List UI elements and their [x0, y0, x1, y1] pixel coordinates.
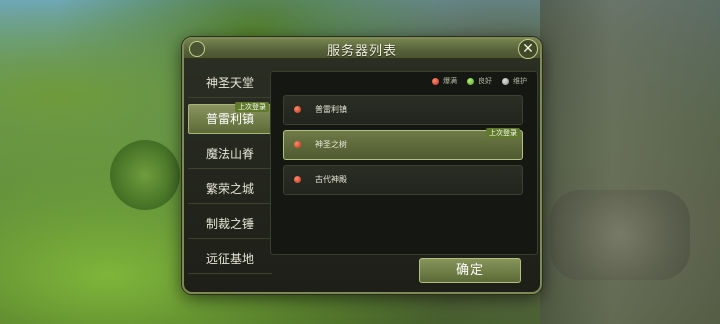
background-carving	[550, 190, 690, 280]
close-icon: ✕	[522, 41, 534, 57]
server-list-panel: 爆满 良好 维护 普雷利镇 上次登录 神圣之树 古代神殿	[270, 71, 538, 255]
sidebar-item-region-3[interactable]: 魔法山脊	[188, 140, 272, 169]
status-legend: 爆满 良好 维护	[432, 76, 527, 86]
dialog-title-bar: 服务器列表 ✕	[184, 39, 540, 59]
server-row-selected[interactable]: 上次登录 神圣之树	[283, 128, 523, 160]
legend-item: 维护	[502, 76, 527, 86]
status-full-icon	[294, 106, 301, 113]
status-full-icon	[294, 141, 301, 148]
sidebar-item-region-4[interactable]: 繁荣之城	[188, 175, 272, 204]
legend-label: 维护	[513, 77, 527, 85]
server-row[interactable]: 古代神殿	[283, 165, 523, 195]
sidebar-item-label: 魔法山脊	[205, 147, 254, 161]
status-maintenance-icon	[502, 77, 509, 85]
legend-item: 爆满	[432, 76, 457, 86]
last-login-badge: 上次登录	[486, 128, 520, 138]
sidebar-item-label: 繁荣之城	[205, 182, 254, 196]
legend-label: 良好	[478, 77, 492, 85]
sidebar-item-region-6[interactable]: 远征基地	[188, 245, 272, 274]
server-name: 古代神殿	[315, 175, 347, 184]
server-list-dialog: 服务器列表 ✕ 神圣天堂 上次登录 普雷利镇 魔法山脊 繁荣之城 制裁之锤 远征…	[182, 37, 542, 294]
legend-item: 良好	[467, 76, 492, 86]
background-tree	[110, 140, 180, 210]
sidebar-item-label: 远征基地	[205, 252, 254, 266]
legend-label: 爆满	[443, 77, 457, 85]
server-row[interactable]: 普雷利镇	[283, 95, 523, 125]
sidebar-item-region-5[interactable]: 制裁之锤	[188, 210, 272, 239]
sidebar-item-region-1[interactable]: 神圣天堂	[188, 69, 272, 98]
sidebar-item-region-2[interactable]: 上次登录 普雷利镇	[188, 102, 272, 134]
sidebar-item-label: 制裁之锤	[205, 217, 254, 231]
confirm-button[interactable]: 确定	[419, 258, 521, 283]
status-good-icon	[467, 77, 474, 85]
server-name: 神圣之树	[315, 140, 347, 149]
last-login-badge: 上次登录	[235, 102, 269, 112]
sidebar-item-label: 普雷利镇	[205, 112, 254, 126]
sidebar-item-label: 神圣天堂	[205, 76, 254, 90]
status-full-icon	[294, 176, 301, 183]
status-full-icon	[432, 77, 439, 85]
dialog-title: 服务器列表	[326, 44, 397, 59]
server-name: 普雷利镇	[315, 105, 347, 114]
close-button[interactable]: ✕	[518, 39, 538, 59]
region-sidebar: 神圣天堂 上次登录 普雷利镇 魔法山脊 繁荣之城 制裁之锤 远征基地	[188, 69, 272, 280]
